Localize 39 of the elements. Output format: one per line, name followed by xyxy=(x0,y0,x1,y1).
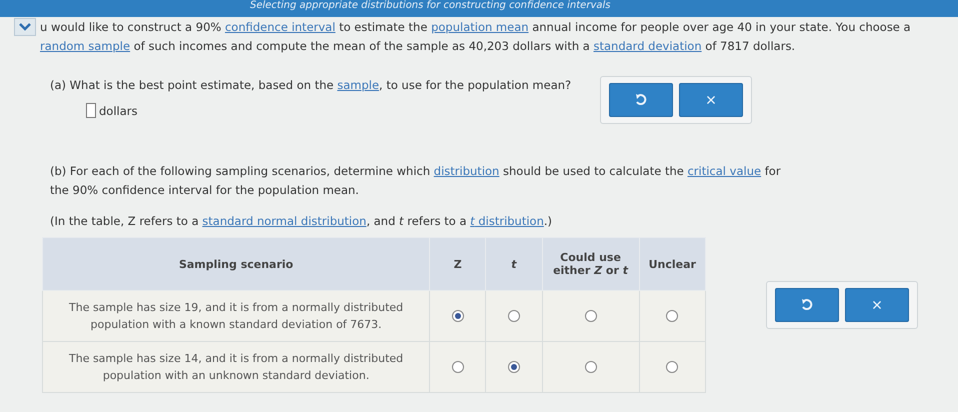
link[interactable]: t distribution xyxy=(470,214,544,228)
column-header: Unclear xyxy=(639,238,706,290)
link[interactable]: standard normal distribution xyxy=(202,214,366,228)
table-cell: The sample has size 19, and it is from a normally distributed population with a known standard deviation of 7673. xyxy=(42,290,430,342)
title: Selecting appropriate distributions for constructing confidence intervals xyxy=(250,0,610,11)
radio-button[interactable] xyxy=(584,310,597,322)
close-button[interactable]: × xyxy=(679,83,743,117)
radio-button[interactable] xyxy=(452,310,464,322)
column-header: Could use either Z or t xyxy=(542,238,640,290)
radio-button[interactable] xyxy=(666,310,678,322)
undo-icon xyxy=(801,298,813,312)
radio-button[interactable] xyxy=(508,361,520,374)
note-text: (In the table, Z refers to a standard normal distribution, and t refers to a t distribution.) xyxy=(50,213,554,230)
unit-label: dollars xyxy=(99,104,138,118)
undo-button[interactable] xyxy=(609,83,673,117)
link[interactable]: standard deviation xyxy=(594,39,702,53)
link[interactable]: confidence interval xyxy=(224,20,336,34)
link[interactable]: distribution xyxy=(434,164,500,178)
column-header: t xyxy=(486,238,542,290)
undo-icon xyxy=(635,93,647,107)
radio-button[interactable] xyxy=(452,361,464,374)
undo-button[interactable] xyxy=(775,288,839,322)
collapse-button[interactable] xyxy=(14,18,36,36)
radio-button[interactable] xyxy=(666,361,678,374)
problem-text: u would like to construct a 90% confidence interval to estimate the population mean annual income for people over age 40 in your state. You choose a random sample of such incomes and compute the mean of the sample as 40,203 dollars with a standard deviation of 7817 dollars. xyxy=(40,19,912,55)
answer-field[interactable] xyxy=(86,103,96,118)
link[interactable]: sample xyxy=(337,78,380,92)
close-button[interactable]: × xyxy=(845,288,909,322)
question-text: (b) For each of the following sampling scenarios, determine which distribution should be used to calculate the critical value for the 90% confidence interval for the population mean. xyxy=(50,163,782,199)
radio-button[interactable] xyxy=(508,310,520,322)
column-header: Sampling scenario xyxy=(42,238,430,290)
link[interactable]: critical value xyxy=(687,164,762,178)
link[interactable]: population mean xyxy=(431,20,529,34)
table-cell: The sample has size 14, and it is from a normally distributed population with an unknown standard deviation. xyxy=(42,342,430,392)
question-text: (a) What is the best point estimate, based on the sample, to use for the population mean? xyxy=(50,77,572,94)
link[interactable]: random sample xyxy=(40,39,130,53)
column-header: Z xyxy=(430,238,486,290)
chevron-icon xyxy=(19,23,31,31)
radio-button[interactable] xyxy=(584,361,597,374)
